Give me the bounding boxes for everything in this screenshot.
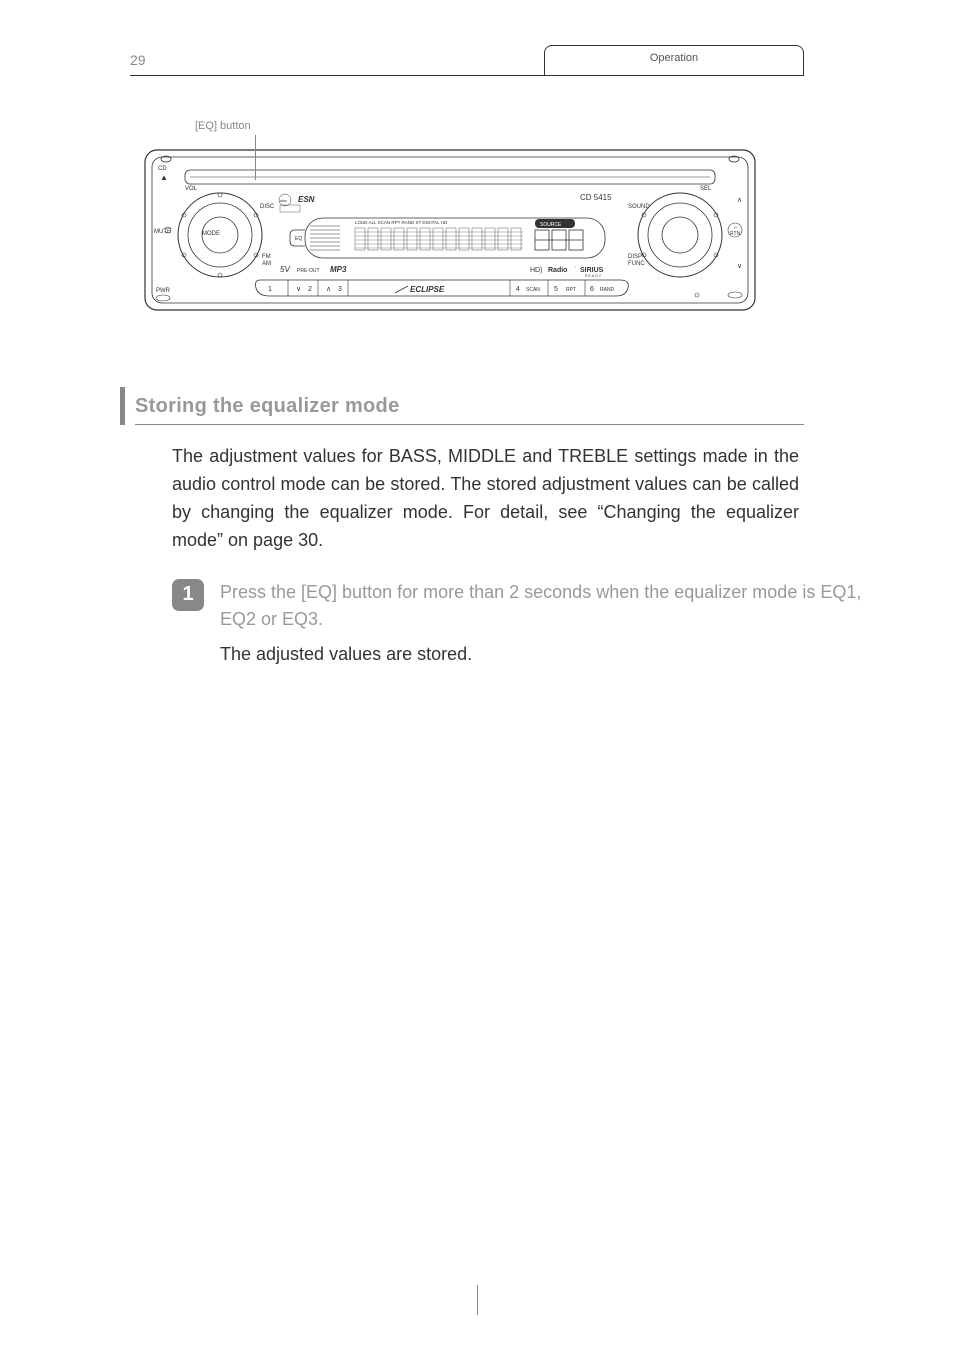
svg-text:MP3: MP3 bbox=[330, 265, 347, 274]
svg-text:FUNC: FUNC bbox=[628, 261, 645, 267]
svg-text:∨: ∨ bbox=[737, 263, 742, 270]
svg-text:SEL: SEL bbox=[700, 186, 712, 192]
svg-text:∧: ∧ bbox=[737, 197, 742, 204]
svg-text:SIRIUS: SIRIUS bbox=[580, 267, 604, 274]
section-title: Storing the equalizer mode bbox=[135, 395, 894, 418]
heading-accent-bar bbox=[120, 387, 125, 425]
svg-text:1: 1 bbox=[268, 286, 272, 293]
svg-text:4: 4 bbox=[516, 286, 520, 293]
svg-text:SOUND: SOUND bbox=[628, 204, 650, 210]
svg-text:™: ™ bbox=[574, 266, 576, 269]
svg-text:PWR: PWR bbox=[156, 288, 171, 294]
svg-text:∨: ∨ bbox=[296, 286, 301, 293]
svg-text:5V: 5V bbox=[280, 265, 290, 274]
footer-marker bbox=[477, 1285, 478, 1315]
step-1: 1 Press the [EQ] button for more than 2 … bbox=[172, 579, 894, 668]
svg-text:CD: CD bbox=[158, 166, 167, 172]
svg-text:3: 3 bbox=[338, 286, 342, 293]
svg-text:5: 5 bbox=[554, 286, 558, 293]
svg-text:RPT: RPT bbox=[566, 287, 576, 293]
svg-text:∧: ∧ bbox=[326, 286, 331, 293]
page-number: 29 bbox=[130, 52, 146, 68]
svg-text:READY: READY bbox=[585, 274, 602, 278]
svg-text:DISC: DISC bbox=[260, 204, 275, 210]
svg-text:ESN: ESN bbox=[298, 195, 315, 204]
svg-text:disc: disc bbox=[280, 198, 287, 203]
svg-text:SCAN: SCAN bbox=[526, 287, 540, 293]
svg-text:Radio: Radio bbox=[548, 267, 567, 274]
section-body: The adjustment values for BASS, MIDDLE a… bbox=[172, 443, 799, 555]
step-number-badge: 1 bbox=[172, 579, 204, 611]
radio-diagram: [EQ] button MODE bbox=[140, 140, 794, 325]
svg-text:HD): HD) bbox=[530, 267, 542, 274]
svg-text:RTN: RTN bbox=[730, 231, 741, 237]
svg-text:ECLIPSE: ECLIPSE bbox=[410, 285, 445, 294]
svg-text:▲: ▲ bbox=[160, 173, 168, 182]
svg-text:PRE-OUT: PRE-OUT bbox=[297, 268, 320, 274]
svg-text:MUTE: MUTE bbox=[154, 229, 171, 235]
svg-text:6: 6 bbox=[590, 286, 594, 293]
car-stereo-illustration: MODE CD ▲ VOL MUTE DISC FM AM PWR SEL SO… bbox=[140, 140, 760, 320]
svg-text:RAND: RAND bbox=[600, 287, 615, 293]
svg-text:DISP: DISP bbox=[628, 254, 642, 260]
header-rule bbox=[130, 75, 804, 76]
callout-line bbox=[255, 135, 256, 180]
callout-label: [EQ] button bbox=[195, 120, 251, 132]
svg-text:FM: FM bbox=[262, 254, 271, 260]
header-tab: Operation bbox=[544, 45, 804, 75]
svg-text:SOURCE: SOURCE bbox=[540, 222, 562, 228]
svg-text:MODE: MODE bbox=[202, 231, 220, 237]
section-heading: Storing the equalizer mode bbox=[135, 395, 894, 425]
step-result: The adjusted values are stored. bbox=[220, 641, 894, 668]
svg-text:↩: ↩ bbox=[734, 225, 738, 230]
svg-text:2: 2 bbox=[308, 286, 312, 293]
svg-text:CD 5415: CD 5415 bbox=[580, 193, 612, 202]
svg-text:LOUD ALL SCAN RPT RAND ST DIGI: LOUD ALL SCAN RPT RAND ST DIGITAL HD bbox=[355, 220, 448, 225]
svg-text:EQ: EQ bbox=[295, 236, 302, 242]
step-instruction: Press the [EQ] button for more than 2 se… bbox=[220, 579, 894, 633]
svg-text:AM: AM bbox=[262, 261, 271, 267]
svg-text:VOL: VOL bbox=[185, 186, 198, 192]
heading-underline bbox=[135, 424, 804, 425]
